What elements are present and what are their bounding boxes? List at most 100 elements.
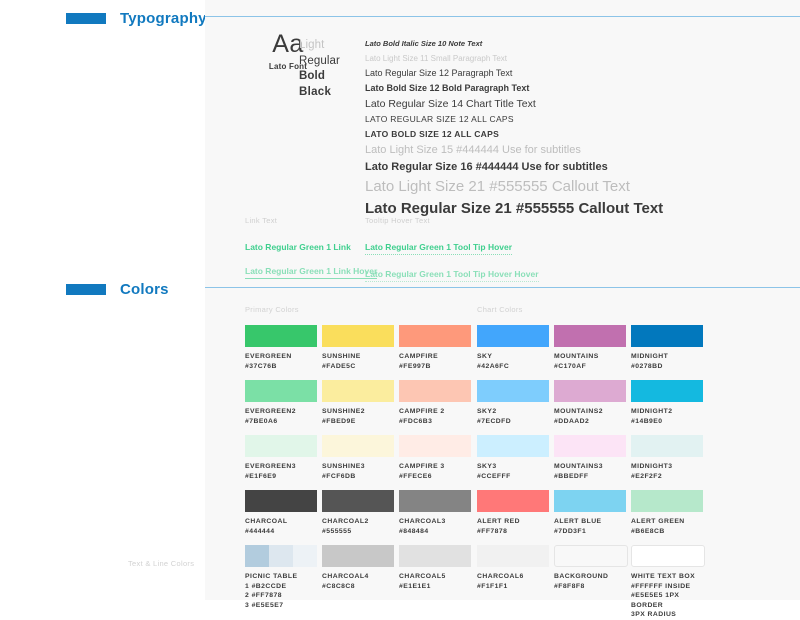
- color-swatch-hex: #0278BD: [631, 362, 663, 370]
- color-swatch[interactable]: CHARCOAL2 #555555: [322, 490, 394, 536]
- color-swatch-hex: #C170AF: [554, 362, 587, 370]
- type-specimen: Lato Bold Size 12 Bold Paragraph Text: [365, 83, 530, 93]
- color-swatch-hex: #F1F1F1: [477, 582, 508, 590]
- color-swatch-name: CHARCOAL4: [322, 573, 369, 580]
- color-swatch[interactable]: SKY3 #CCEFFF: [477, 435, 549, 481]
- type-specimen: Lato Light Size 21 #555555 Callout Text: [365, 178, 630, 195]
- color-swatch-chip: [399, 380, 471, 402]
- color-swatch-hex: #E2F2F2: [631, 472, 663, 480]
- color-swatch[interactable]: MOUNTAINS2 #DDAAD2: [554, 380, 626, 426]
- color-swatch-name: MOUNTAINS3: [554, 463, 603, 470]
- color-swatch-name: BACKGROUND: [554, 573, 609, 580]
- color-swatch-chip: [399, 435, 471, 457]
- color-swatch-name: WHITE TEXT BOX: [631, 573, 696, 580]
- color-swatch[interactable]: CAMPFIRE 3 #FFECE6: [399, 435, 471, 481]
- color-swatch-hex: #FE997B: [399, 362, 431, 370]
- color-swatch[interactable]: CHARCOAL4 #C8C8C8: [322, 545, 394, 591]
- color-swatch-chip: [399, 490, 471, 512]
- color-swatch-name: CAMPFIRE: [399, 353, 439, 360]
- color-swatch[interactable]: SUNSHINE2 #FBED9E: [322, 380, 394, 426]
- color-swatch-name: MOUNTAINS2: [554, 408, 603, 415]
- color-swatch[interactable]: MOUNTAINS #C170AF: [554, 325, 626, 371]
- type-specimen: Lato Light Size 11 Small Paragraph Text: [365, 54, 508, 63]
- color-swatch-chip: [322, 545, 394, 567]
- color-swatch[interactable]: MIDNIGHT3 #E2F2F2: [631, 435, 703, 481]
- color-swatch[interactable]: SKY2 #7ECDFD: [477, 380, 549, 426]
- color-swatch-name: CHARCOAL6: [477, 573, 524, 580]
- color-swatch[interactable]: EVERGREEN2 #7BE0A6: [245, 380, 317, 426]
- color-swatch-chip: [554, 545, 628, 567]
- color-swatch[interactable]: SKY #42A6FC: [477, 325, 549, 371]
- color-swatch[interactable]: CHARCOAL6 #F1F1F1: [477, 545, 549, 591]
- color-swatch-chip: [322, 380, 394, 402]
- type-specimen: LATO BOLD SIZE 12 ALL CAPS: [365, 129, 500, 139]
- color-swatch-name: SKY3: [477, 463, 497, 470]
- group-label-chart: Chart Colors: [477, 305, 523, 314]
- color-swatch-chip: [477, 490, 549, 512]
- section-title-colors: Colors: [120, 281, 169, 298]
- color-swatch-hex: #14B9E0: [631, 417, 663, 425]
- type-specimen: Lato Regular Size 16 #444444 Use for sub…: [365, 161, 608, 173]
- color-swatch-name: PICNIC TABLE: [245, 573, 298, 580]
- color-swatch[interactable]: ALERT BLUE #7DD3F1: [554, 490, 626, 536]
- link-sample[interactable]: Lato Regular Green 1 Link: [245, 242, 377, 252]
- color-swatch-chip: [477, 380, 549, 402]
- color-swatch-chip: [631, 380, 703, 402]
- color-swatch[interactable]: SUNSHINE #FADE5C: [322, 325, 394, 371]
- tooltip-text-label: Tooltip Hover Text: [365, 216, 430, 225]
- color-swatch-hex: #37C76B: [245, 362, 277, 370]
- color-swatch-chip: [322, 325, 394, 347]
- color-swatch[interactable]: CHARCOAL3 #848484: [399, 490, 471, 536]
- rail-note-text-line-colors: Text & Line Colors: [128, 559, 195, 568]
- color-swatch[interactable]: MIDNIGHT #0278BD: [631, 325, 703, 371]
- color-swatch-hex: #C8C8C8: [322, 582, 355, 590]
- color-swatch[interactable]: BACKGROUND #F8F8F8: [554, 545, 628, 591]
- color-swatch[interactable]: CHARCOAL5 #E1E1E1: [399, 545, 471, 591]
- color-swatch-hex: 1 #B2CCDE 2 #FF7878 3 #E5E5E7: [245, 582, 287, 609]
- color-swatch[interactable]: CAMPFIRE 2 #FDC6B3: [399, 380, 471, 426]
- color-swatch-name: EVERGREEN: [245, 353, 292, 360]
- color-swatch[interactable]: SUNSHINE3 #FCF6DB: [322, 435, 394, 481]
- link-sample-label: Lato Regular Green 1 Link: [245, 242, 351, 252]
- color-swatch-hex: #42A6FC: [477, 362, 510, 370]
- color-swatch-name: CAMPFIRE 2: [399, 408, 445, 415]
- color-swatch-chip: [477, 435, 549, 457]
- color-swatch-chip: [554, 325, 626, 347]
- section-header-typography: Typography: [66, 10, 207, 27]
- color-swatch[interactable]: CAMPFIRE #FE997B: [399, 325, 471, 371]
- color-swatch[interactable]: ALERT RED #FF7878: [477, 490, 549, 536]
- color-swatch[interactable]: MOUNTAINS3 #BBEDFF: [554, 435, 626, 481]
- color-swatch-chip: [631, 435, 703, 457]
- section-header-colors: Colors: [66, 281, 169, 298]
- color-swatch[interactable]: CHARCOAL #444444: [245, 490, 317, 536]
- tooltip-text-group: Tooltip Hover Text Lato Regular Green 1 …: [365, 216, 539, 282]
- link-hover-sample[interactable]: Lato Regular Green 1 Link Hover: [245, 266, 378, 279]
- color-swatch[interactable]: EVERGREEN #37C76B: [245, 325, 317, 371]
- tooltip-hover-sample[interactable]: Lato Regular Green 1 Tool Tip Hover Hove…: [365, 269, 539, 282]
- color-swatch-name: CAMPFIRE 3: [399, 463, 445, 470]
- color-swatch-name: SUNSHINE2: [322, 408, 365, 415]
- color-swatch-hex: #B6E8CB: [631, 527, 665, 535]
- color-swatch[interactable]: WHITE TEXT BOX #FFFFFF INSIDE #E5E5E5 1PX…: [631, 545, 705, 620]
- weight-bold: Bold: [299, 70, 325, 82]
- color-swatch-chip: [245, 435, 317, 457]
- color-swatch-name: SKY: [477, 353, 493, 360]
- color-swatch-chip: [477, 325, 549, 347]
- color-swatch-name: CHARCOAL5: [399, 573, 446, 580]
- color-swatch-hex: #FFECE6: [399, 472, 432, 480]
- color-swatch-hex: #7DD3F1: [554, 527, 587, 535]
- color-swatch-hex: #E1E1E1: [399, 582, 431, 590]
- color-swatch-name: MIDNIGHT2: [631, 408, 673, 415]
- color-swatch-hex: #FCF6DB: [322, 472, 356, 480]
- color-swatch-name: ALERT RED: [477, 518, 520, 525]
- color-swatch-hex: #FFFFFF INSIDE #E5E5E5 1PX BORDER 3PX RA…: [631, 582, 691, 619]
- tooltip-sample[interactable]: Lato Regular Green 1 Tool Tip Hover: [365, 242, 539, 255]
- color-swatch-hex: #7ECDFD: [477, 417, 512, 425]
- color-swatch[interactable]: EVERGREEN3 #E1F6E9: [245, 435, 317, 481]
- color-swatch[interactable]: MIDNIGHT2 #14B9E0: [631, 380, 703, 426]
- group-label-primary: Primary Colors: [245, 305, 299, 314]
- color-swatch[interactable]: PICNIC TABLE 1 #B2CCDE 2 #FF7878 3 #E5E5E…: [245, 545, 317, 610]
- color-swatch-name: MOUNTAINS: [554, 353, 599, 360]
- color-swatch[interactable]: ALERT GREEN #B6E8CB: [631, 490, 703, 536]
- color-swatch-hex: #CCEFFF: [477, 472, 511, 480]
